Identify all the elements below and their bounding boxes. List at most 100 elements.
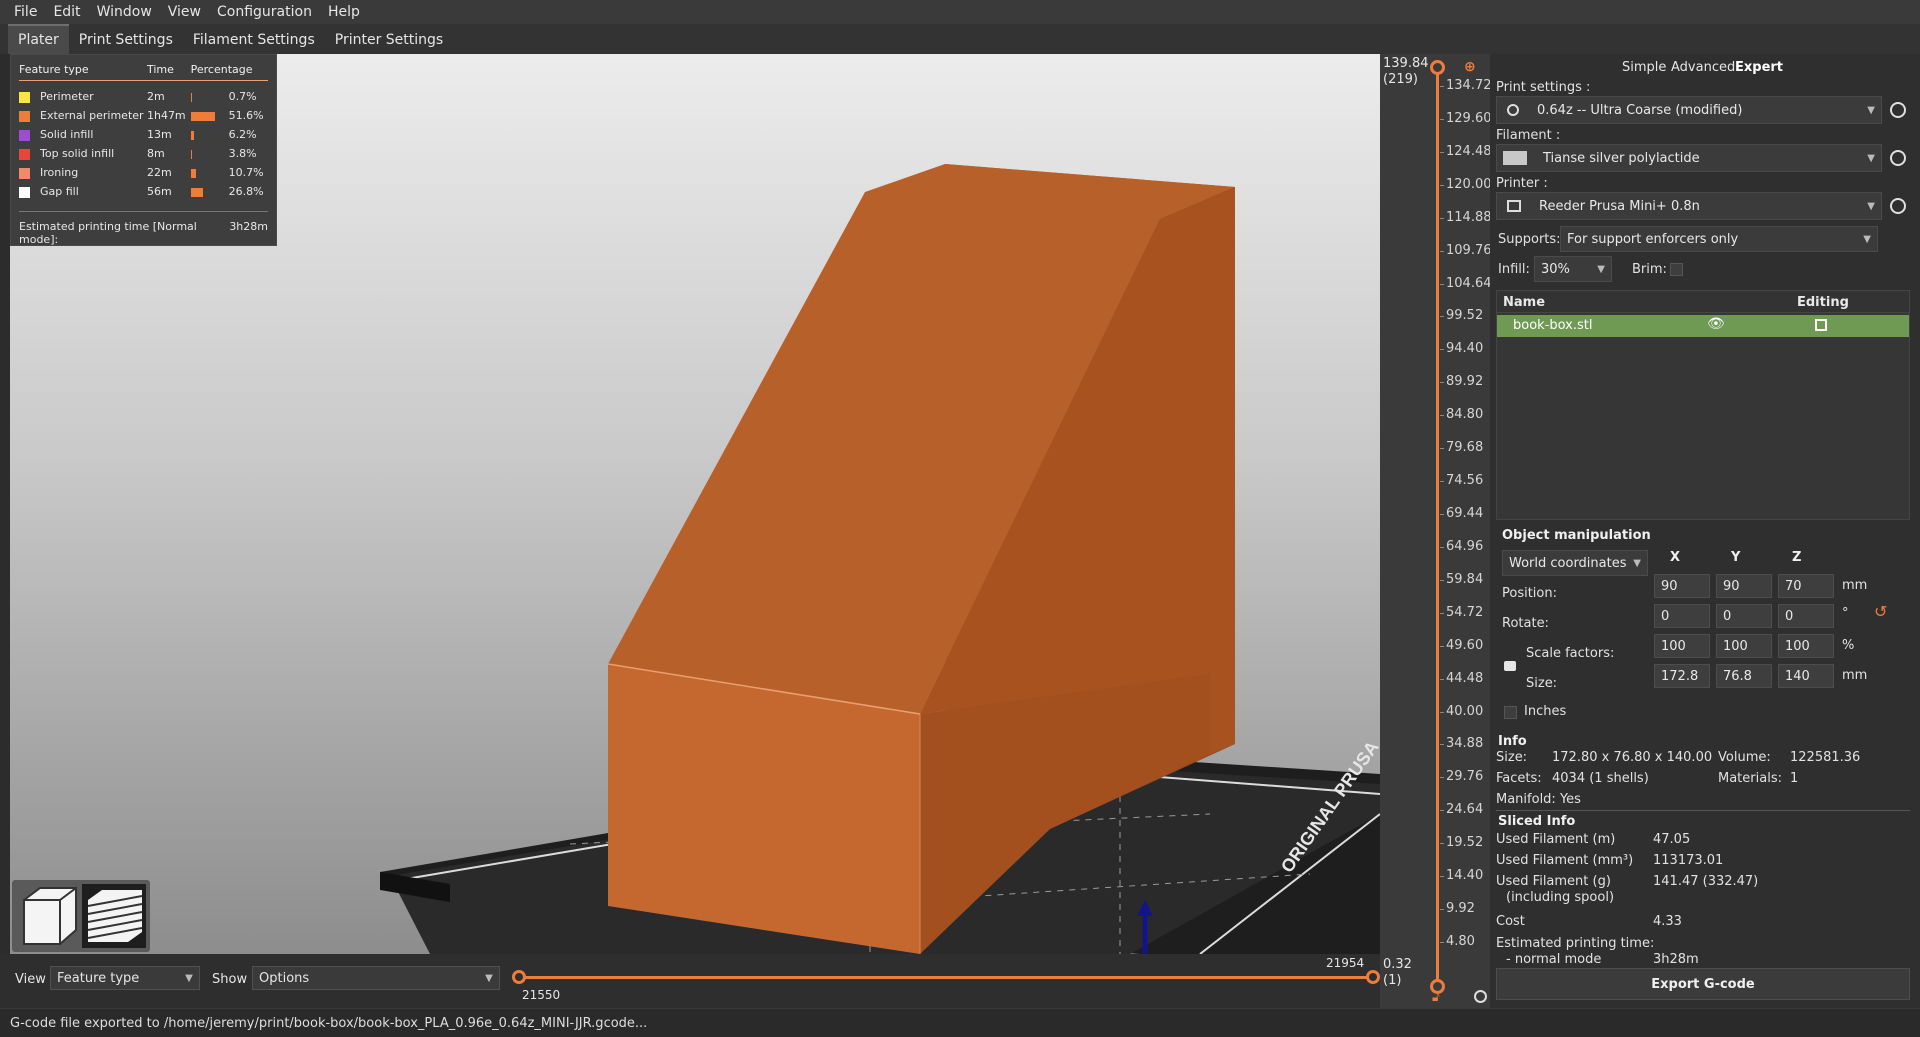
info-manifold: Manifold: Yes xyxy=(1496,792,1581,807)
brim-checkbox[interactable] xyxy=(1670,263,1683,276)
coordinates-combo[interactable]: World coordinates ▼ xyxy=(1502,550,1648,576)
print-settings-gear-icon[interactable] xyxy=(1890,102,1906,118)
vslider-tick-label: 99.52 xyxy=(1446,308,1484,324)
object-row[interactable]: book-box.stl 👁︎ xyxy=(1497,315,1909,337)
edit-icon[interactable] xyxy=(1815,319,1827,331)
vslider-top-thumb[interactable] xyxy=(1430,60,1445,75)
filament-combo[interactable]: Tianse silver polylactide ▼ xyxy=(1496,144,1882,172)
preview-layers-icon[interactable] xyxy=(82,884,146,948)
printer-icon xyxy=(1507,200,1521,212)
menu-file[interactable]: File xyxy=(6,4,45,20)
filament-gear-icon[interactable] xyxy=(1890,150,1906,166)
sliced-info-value: 141.47 (332.47) xyxy=(1653,874,1759,889)
info-size-label: Size: xyxy=(1496,750,1528,765)
menu-window[interactable]: Window xyxy=(89,4,160,20)
size-x-input[interactable]: 172.8 xyxy=(1654,664,1710,688)
legend-swatch xyxy=(19,91,30,103)
position-z-input[interactable]: 70 xyxy=(1778,574,1834,598)
vslider-tick-label: 79.68 xyxy=(1446,440,1484,456)
tab-plater[interactable]: Plater xyxy=(8,24,69,54)
printer-combo[interactable]: Reeder Prusa Mini+ 0.8n ▼ xyxy=(1496,192,1882,220)
menu-configuration[interactable]: Configuration xyxy=(209,4,320,20)
vslider-tick-mark xyxy=(1440,942,1444,943)
legend-row: Top solid infill 8m 3.8% xyxy=(19,144,268,163)
legend-bar-box xyxy=(190,185,229,198)
supports-combo[interactable]: For support enforcers only ▼ xyxy=(1560,226,1878,252)
hslider-left-thumb[interactable] xyxy=(512,970,526,984)
vslider-track[interactable] xyxy=(1436,62,1439,992)
mode-simple[interactable]: Simple xyxy=(1622,60,1666,75)
list-name-header: Name xyxy=(1503,295,1546,310)
menu-help[interactable]: Help xyxy=(320,4,368,20)
mode-advanced[interactable]: Advanced xyxy=(1671,60,1735,75)
status-bar: G-code file exported to /home/jeremy/pri… xyxy=(0,1008,1920,1037)
sliced-info-label: - normal mode xyxy=(1506,952,1602,967)
legend-row: Perimeter 2m 0.7% xyxy=(19,87,268,106)
size-z-input[interactable]: 140 xyxy=(1778,664,1834,688)
object-front xyxy=(608,664,920,954)
vslider-tick-mark xyxy=(1440,909,1444,911)
vslider-tick-mark xyxy=(1440,316,1444,318)
vslider-tick-label: 94.40 xyxy=(1446,341,1484,357)
rotate-x-input[interactable]: 0 xyxy=(1654,604,1710,628)
legend-swatch xyxy=(19,110,30,122)
position-x-input[interactable]: 90 xyxy=(1654,574,1710,598)
eye-icon[interactable]: 👁︎ xyxy=(1707,316,1725,332)
tab-filament-settings[interactable]: Filament Settings xyxy=(183,26,325,54)
show-combo[interactable]: Options ▼ xyxy=(252,966,500,990)
chevron-down-icon: ▼ xyxy=(1867,104,1875,116)
legend-swatch xyxy=(19,148,30,160)
unlock-icon[interactable]: 🔓︎ xyxy=(1432,990,1440,1005)
info-materials-value: 1 xyxy=(1790,771,1799,786)
vslider-tick-mark xyxy=(1440,86,1444,87)
object-list: Name Editing book-box.stl 👁︎ xyxy=(1496,290,1910,520)
menu-edit[interactable]: Edit xyxy=(45,4,88,20)
show-combo-value: Options xyxy=(259,970,310,986)
legend-pct: 0.7% xyxy=(190,90,268,103)
scale-x-input[interactable]: 100 xyxy=(1654,634,1710,658)
tab-printer-settings[interactable]: Printer Settings xyxy=(325,26,453,54)
mode-expert[interactable]: Expert xyxy=(1735,60,1783,75)
lock-icon[interactable] xyxy=(1504,661,1516,671)
infill-combo[interactable]: 30% ▼ xyxy=(1534,256,1612,282)
chevron-down-icon: ▼ xyxy=(485,972,493,984)
legend-feature: Solid infill xyxy=(19,128,147,141)
legend-pct: 3.8% xyxy=(190,147,268,160)
vslider-tick-mark xyxy=(1440,151,1444,153)
add-color-change-icon[interactable]: ⊕ xyxy=(1464,59,1476,75)
rotate-y-input[interactable]: 0 xyxy=(1716,604,1772,628)
rotate-label: Rotate: xyxy=(1502,616,1549,631)
chevron-down-icon: ▼ xyxy=(1863,233,1871,245)
legend-bar xyxy=(190,149,193,159)
sliced-info-value: 47.05 xyxy=(1653,832,1691,847)
reset-rotation-icon[interactable]: ↺ xyxy=(1874,602,1887,621)
size-y-input[interactable]: 76.8 xyxy=(1716,664,1772,688)
rotate-z-input[interactable]: 0 xyxy=(1778,604,1834,628)
print-settings-combo[interactable]: 0.64z -- Ultra Coarse (modified) ▼ xyxy=(1496,96,1882,124)
export-gcode-button[interactable]: Export G-code xyxy=(1496,968,1910,1000)
scale-z-input[interactable]: 100 xyxy=(1778,634,1834,658)
scale-y-input[interactable]: 100 xyxy=(1716,634,1772,658)
sliced-info-label: Used Filament (g) xyxy=(1496,874,1611,889)
legend-bar-box xyxy=(190,109,229,122)
inches-checkbox[interactable] xyxy=(1504,706,1517,719)
legend-bar xyxy=(190,111,216,121)
legend-bar-box xyxy=(190,166,229,179)
info-materials-label: Materials: xyxy=(1718,771,1782,786)
legend-bar-box xyxy=(190,128,229,141)
settings-cog-icon[interactable] xyxy=(1474,990,1487,1003)
position-y-input[interactable]: 90 xyxy=(1716,574,1772,598)
axis-y-label: Y xyxy=(1731,550,1741,565)
vslider-tick-mark xyxy=(1440,481,1444,483)
tab-print-settings[interactable]: Print Settings xyxy=(69,26,183,54)
3d-view-icon[interactable] xyxy=(23,887,77,945)
axis-z-label: Z xyxy=(1792,550,1802,565)
object-manipulation-title: Object manipulation xyxy=(1502,528,1651,543)
printer-gear-icon[interactable] xyxy=(1890,198,1906,214)
menu-view[interactable]: View xyxy=(160,4,209,20)
info-size-value: 172.80 x 76.80 x 140.00 xyxy=(1552,750,1713,765)
view-combo[interactable]: Feature type ▼ xyxy=(50,966,200,990)
legend-header: Feature type Time Percentage xyxy=(19,63,268,81)
horizontal-slider[interactable] xyxy=(518,976,1373,979)
hslider-right-thumb[interactable] xyxy=(1366,970,1380,984)
